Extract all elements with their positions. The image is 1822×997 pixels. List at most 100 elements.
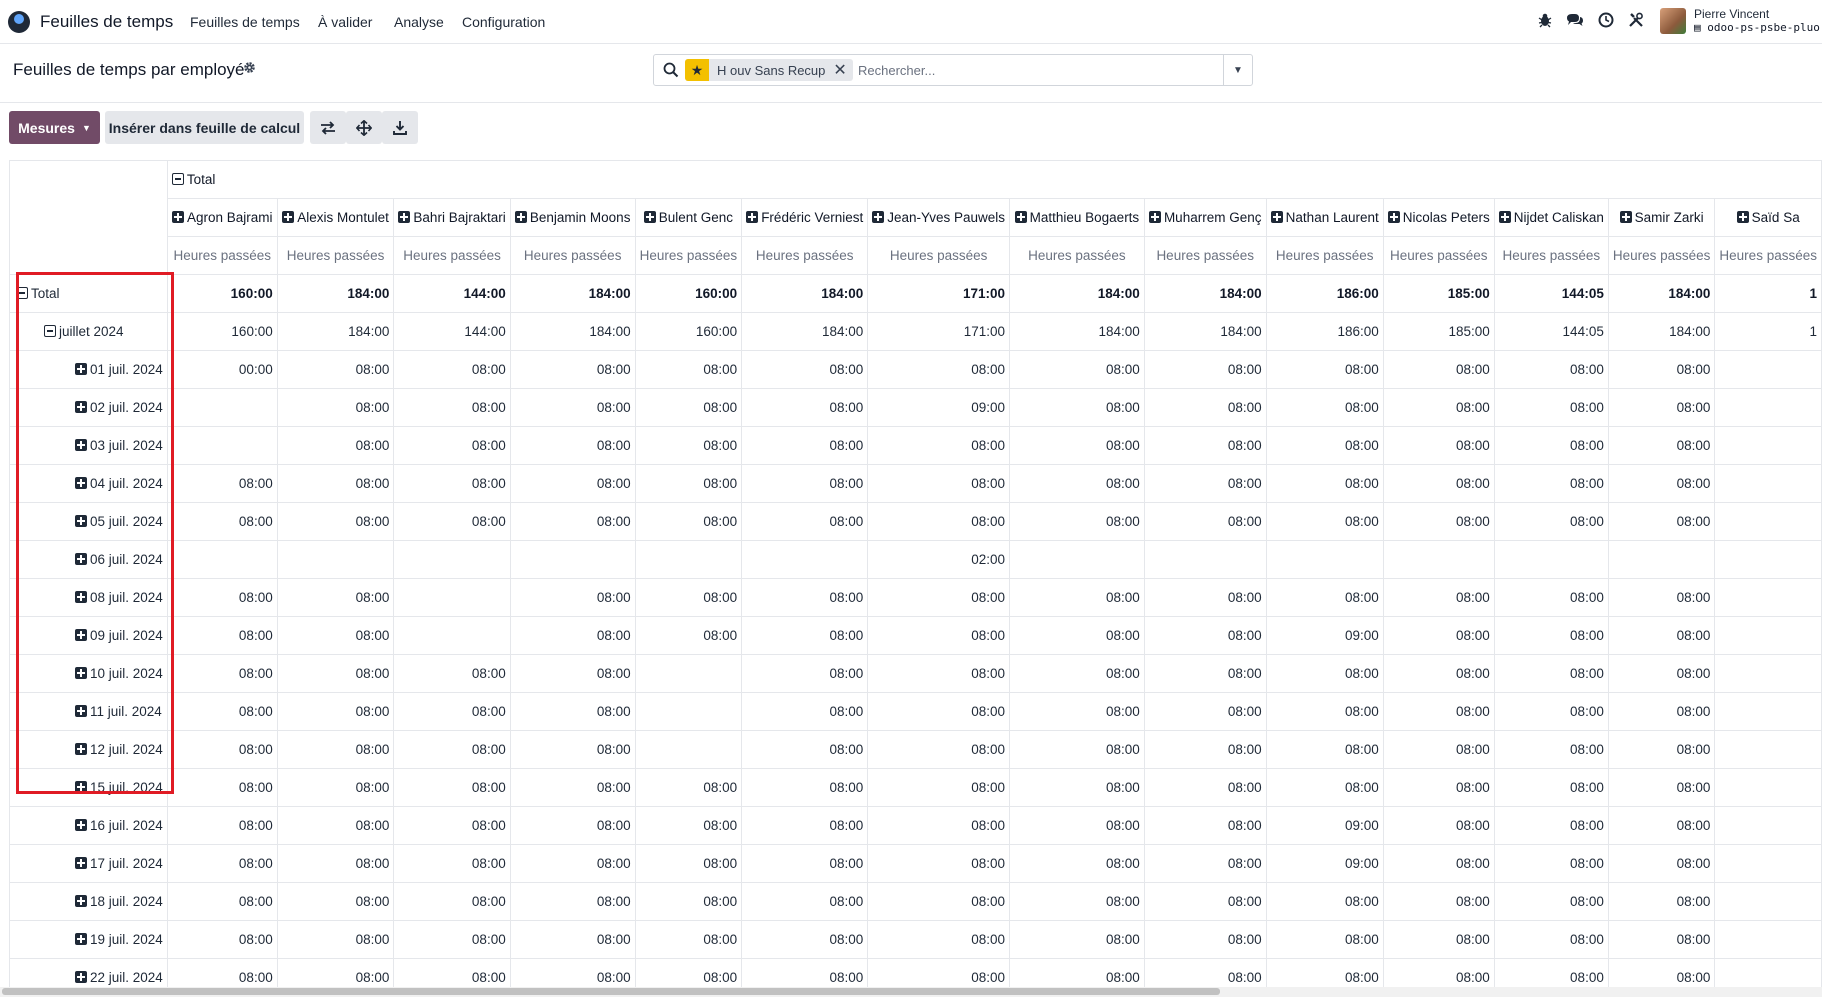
cell-value[interactable]: 08:00: [1009, 616, 1145, 655]
cell-value[interactable]: 08:00: [1009, 844, 1145, 883]
cell-value[interactable]: 08:00: [1009, 654, 1145, 693]
row-header[interactable]: 02 juil. 2024: [9, 388, 168, 427]
cell-value[interactable]: 08:00: [1009, 426, 1145, 465]
cell-value[interactable]: [166, 388, 278, 427]
insert-spreadsheet-button[interactable]: Insérer dans feuille de calcul: [105, 111, 304, 144]
cell-value[interactable]: 08:00: [1143, 654, 1267, 693]
cell-value[interactable]: [1714, 768, 1822, 807]
cell-value[interactable]: [1714, 426, 1822, 465]
cell-value[interactable]: 08:00: [393, 768, 511, 807]
cell-value[interactable]: 08:00: [634, 616, 743, 655]
cell-value[interactable]: 08:00: [1265, 768, 1384, 807]
gear-icon[interactable]: [243, 61, 256, 77]
col-header-employee[interactable]: Benjamin Moons: [509, 198, 636, 237]
cell-value[interactable]: 08:00: [1382, 882, 1495, 921]
cell-value[interactable]: 08:00: [1143, 768, 1267, 807]
cell-value[interactable]: 09:00: [1265, 844, 1384, 883]
download-button[interactable]: [382, 111, 418, 144]
cell-value[interactable]: 00:00: [166, 350, 278, 389]
cell-value[interactable]: 08:00: [276, 844, 395, 883]
cell-value[interactable]: 08:00: [1265, 464, 1384, 503]
cell-value[interactable]: 08:00: [393, 692, 511, 731]
cell-value[interactable]: 08:00: [1143, 464, 1267, 503]
cell-value[interactable]: [1714, 844, 1822, 883]
cell-value[interactable]: 08:00: [741, 464, 869, 503]
flip-axis-button[interactable]: [310, 111, 346, 144]
cell-value[interactable]: 08:00: [1382, 426, 1495, 465]
cell-value[interactable]: [1607, 540, 1716, 579]
cell-value[interactable]: 08:00: [1493, 806, 1609, 845]
cell-value[interactable]: 08:00: [509, 426, 636, 465]
measures-button[interactable]: Mesures ▼: [9, 111, 100, 144]
cell-value[interactable]: 184:00: [509, 312, 636, 351]
cell-value[interactable]: 08:00: [1382, 768, 1495, 807]
cell-value[interactable]: 08:00: [276, 502, 395, 541]
cell-value[interactable]: 08:00: [166, 882, 278, 921]
cell-value[interactable]: [1714, 350, 1822, 389]
cell-value[interactable]: 08:00: [393, 426, 511, 465]
row-header[interactable]: 03 juil. 2024: [9, 426, 168, 465]
cell-value[interactable]: [1714, 654, 1822, 693]
cell-value[interactable]: 08:00: [1382, 920, 1495, 959]
cell-value[interactable]: 08:00: [1607, 920, 1716, 959]
cell-value[interactable]: [1714, 540, 1822, 579]
cell-value[interactable]: 144:00: [393, 312, 511, 351]
cell-value[interactable]: 08:00: [1265, 730, 1384, 769]
cell-value[interactable]: 08:00: [393, 920, 511, 959]
cell-value[interactable]: 08:00: [741, 768, 869, 807]
cell-value[interactable]: 08:00: [509, 730, 636, 769]
col-header-employee[interactable]: Matthieu Bogaerts: [1009, 198, 1145, 237]
measure-header[interactable]: Heures passées: [1143, 236, 1267, 275]
cell-value[interactable]: 08:00: [166, 464, 278, 503]
cell-value[interactable]: 08:00: [634, 426, 743, 465]
cell-value[interactable]: 08:00: [393, 654, 511, 693]
measure-header[interactable]: Heures passées: [1714, 236, 1822, 275]
cell-value[interactable]: 08:00: [509, 464, 636, 503]
cell-value[interactable]: 08:00: [1009, 768, 1145, 807]
measure-header[interactable]: Heures passées: [1493, 236, 1609, 275]
bug-icon[interactable]: [1535, 12, 1555, 32]
measure-header[interactable]: Heures passées: [1382, 236, 1495, 275]
cell-value[interactable]: 144:00: [393, 274, 511, 313]
cell-value[interactable]: 08:00: [509, 502, 636, 541]
cell-value[interactable]: 08:00: [1607, 502, 1716, 541]
cell-value[interactable]: [1714, 616, 1822, 655]
cell-value[interactable]: 171:00: [867, 312, 1011, 351]
cell-value[interactable]: 184:00: [1143, 274, 1267, 313]
row-header[interactable]: 11 juil. 2024: [9, 692, 168, 731]
cell-value[interactable]: 08:00: [1382, 464, 1495, 503]
col-header-employee[interactable]: Agron Bajrami: [166, 198, 278, 237]
cell-value[interactable]: 08:00: [166, 616, 278, 655]
cell-value[interactable]: 08:00: [1382, 806, 1495, 845]
cell-value[interactable]: 08:00: [867, 768, 1011, 807]
cell-value[interactable]: 08:00: [1265, 692, 1384, 731]
cell-value[interactable]: [1493, 540, 1609, 579]
cell-value[interactable]: 08:00: [741, 578, 869, 617]
cell-value[interactable]: [1382, 540, 1495, 579]
cell-value[interactable]: 08:00: [1382, 616, 1495, 655]
col-header-employee[interactable]: Nathan Laurent: [1265, 198, 1384, 237]
cell-value[interactable]: 08:00: [1265, 578, 1384, 617]
row-header[interactable]: 09 juil. 2024: [9, 616, 168, 655]
cell-value[interactable]: 08:00: [1493, 350, 1609, 389]
col-header-employee[interactable]: Saïd Sa: [1714, 198, 1822, 237]
cell-value[interactable]: 08:00: [166, 806, 278, 845]
cell-value[interactable]: 08:00: [276, 768, 395, 807]
cell-value[interactable]: [741, 540, 869, 579]
measure-header[interactable]: Heures passées: [276, 236, 395, 275]
cell-value[interactable]: 08:00: [1607, 844, 1716, 883]
cell-value[interactable]: 08:00: [276, 920, 395, 959]
cell-value[interactable]: 08:00: [1143, 388, 1267, 427]
cell-value[interactable]: [276, 540, 395, 579]
col-header-employee[interactable]: Alexis Montulet: [276, 198, 395, 237]
cell-value[interactable]: 08:00: [867, 730, 1011, 769]
measure-header[interactable]: Heures passées: [634, 236, 743, 275]
cell-value[interactable]: 08:00: [1493, 388, 1609, 427]
measure-header[interactable]: Heures passées: [741, 236, 869, 275]
cell-value[interactable]: 08:00: [741, 844, 869, 883]
cell-value[interactable]: 08:00: [509, 920, 636, 959]
cell-value[interactable]: [393, 578, 511, 617]
col-header-employee[interactable]: Frédéric Verniest: [741, 198, 869, 237]
search-input[interactable]: [858, 60, 1188, 80]
cell-value[interactable]: 08:00: [741, 388, 869, 427]
